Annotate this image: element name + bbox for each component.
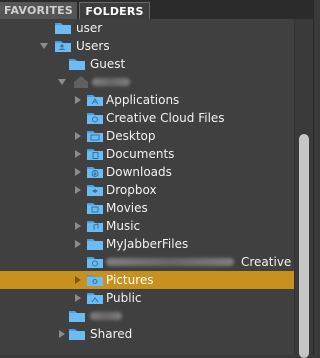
panel-edge: [313, 0, 314, 355]
chevron-down-icon[interactable]: [40, 42, 48, 50]
folder-tree: user Users Guest Applications Creative C…: [0, 19, 294, 355]
music-folder-icon: [86, 219, 104, 233]
tree-row-label: Downloads: [106, 165, 172, 179]
applications-folder-icon: [86, 93, 104, 107]
pictures-folder-icon: [86, 273, 104, 287]
tree-row-public[interactable]: Public: [0, 289, 294, 307]
tree-row-myjabberfiles[interactable]: MyJabberFiles: [0, 235, 294, 253]
folder-browser-panel: FAVORITES FOLDERS user Users Guest Appli…: [0, 0, 315, 358]
tree-row-label: Guest: [90, 57, 126, 71]
tree-row-label: Pictures: [106, 273, 154, 287]
tree-row-label: MyJabberFiles: [106, 237, 189, 251]
tree-row-dropbox[interactable]: Dropbox: [0, 181, 294, 199]
tree-row-label: Creative C: [241, 255, 294, 269]
creative-cloud-folder-icon: [86, 255, 104, 269]
folder-icon: [86, 237, 104, 251]
public-folder-icon: [86, 291, 104, 305]
desktop-folder-icon: [86, 129, 104, 143]
chevron-right-icon[interactable]: [74, 132, 82, 140]
tree-row-label: user: [76, 21, 103, 35]
tree-row-users[interactable]: Users: [0, 37, 294, 55]
folder-icon: [68, 57, 86, 71]
tree-row-label: Music: [106, 219, 141, 233]
redacted-label: [92, 78, 130, 86]
scrollbar-thumb[interactable]: [299, 134, 309, 358]
tree-row-label: Applications: [106, 93, 180, 107]
chevron-right-icon[interactable]: [74, 96, 82, 104]
tree-row-home[interactable]: [0, 73, 294, 91]
vertical-scrollbar[interactable]: [294, 19, 315, 358]
downloads-folder-icon: [86, 165, 104, 179]
documents-folder-icon: [86, 147, 104, 161]
redacted-label: [106, 258, 234, 266]
folder-icon: [54, 21, 72, 35]
folder-icon: [68, 327, 86, 341]
tree-row-label: Dropbox: [106, 183, 157, 197]
tree-row-desktop[interactable]: Desktop: [0, 127, 294, 145]
tree-row-documents[interactable]: Documents: [0, 145, 294, 163]
tree-row-label: Desktop: [106, 129, 156, 143]
tree-row-applications[interactable]: Applications: [0, 91, 294, 109]
chevron-right-icon[interactable]: [58, 330, 66, 338]
chevron-down-icon[interactable]: [58, 78, 66, 86]
tree-row-label: Shared: [90, 327, 133, 341]
tree-row-guest[interactable]: Guest: [0, 55, 294, 73]
tree-row-creative-cloud-files[interactable]: Creative Cloud Files: [0, 109, 294, 127]
chevron-right-icon[interactable]: [74, 222, 82, 230]
folder-icon: [68, 309, 86, 323]
redacted-label: [90, 312, 122, 320]
chevron-right-icon[interactable]: [74, 276, 82, 284]
tab-folders[interactable]: FOLDERS: [79, 2, 150, 19]
tree-row-downloads[interactable]: Downloads: [0, 163, 294, 181]
tab-favorites[interactable]: FAVORITES: [0, 2, 78, 19]
tree-row-label: Documents: [106, 147, 175, 161]
users-folder-icon: [54, 39, 72, 53]
tree-row-label: Users: [76, 39, 110, 53]
chevron-right-icon[interactable]: [74, 294, 82, 302]
tree-row-label: Creative Cloud Files: [106, 111, 225, 125]
tree-row-movies[interactable]: Movies: [0, 199, 294, 217]
tree-row-pictures[interactable]: Pictures: [0, 271, 294, 289]
tree-row-creative-cloud-account[interactable]: Creative C: [0, 253, 294, 271]
chevron-right-icon[interactable]: [74, 186, 82, 194]
tree-row-label: Movies: [106, 201, 148, 215]
creative-cloud-folder-icon: [86, 111, 104, 125]
home-icon: [72, 75, 90, 89]
tree-row-redacted[interactable]: [0, 307, 294, 325]
dropbox-folder-icon: [86, 183, 104, 197]
panel-tabs: FAVORITES FOLDERS: [0, 0, 314, 19]
tree-row-music[interactable]: Music: [0, 217, 294, 235]
movies-folder-icon: [86, 201, 104, 215]
chevron-right-icon[interactable]: [74, 150, 82, 158]
chevron-right-icon[interactable]: [74, 240, 82, 248]
tree-row-label: Public: [106, 291, 142, 305]
tree-row-user[interactable]: user: [0, 19, 294, 37]
tree-row-shared[interactable]: Shared: [0, 325, 294, 343]
chevron-right-icon[interactable]: [74, 168, 82, 176]
